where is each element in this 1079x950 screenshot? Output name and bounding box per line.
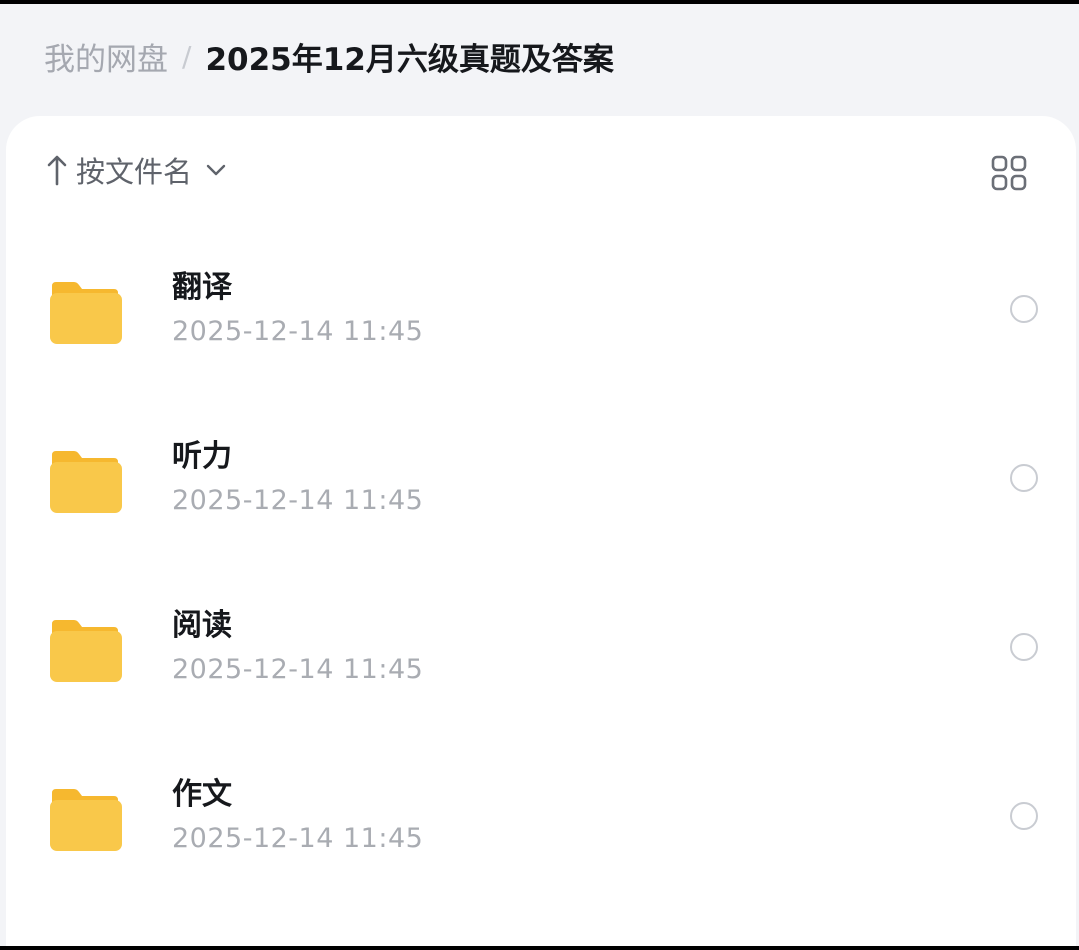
file-name: 作文: [172, 777, 232, 812]
folder-icon: [48, 618, 122, 684]
file-modified-time: 2025-12-14 11:45: [172, 485, 424, 516]
folder-icon: [48, 449, 122, 515]
file-browser-screen: 我的网盘 / 2025年12月六级真题及答案 按文件名 翻译 2025-12-1…: [0, 4, 1079, 946]
chevron-down-icon: [204, 158, 228, 182]
sort-button[interactable]: 按文件名: [46, 150, 228, 190]
file-modified-time: 2025-12-14 11:45: [172, 654, 424, 685]
breadcrumb: 我的网盘 / 2025年12月六级真题及答案: [44, 32, 614, 80]
arrow-up-icon: [46, 152, 68, 188]
breadcrumb-root-link[interactable]: 我的网盘: [44, 34, 168, 79]
file-name: 听力: [172, 439, 232, 474]
file-modified-time: 2025-12-14 11:45: [172, 823, 424, 854]
breadcrumb-current-folder: 2025年12月六级真题及答案: [205, 41, 614, 78]
folder-icon: [48, 280, 122, 346]
file-row[interactable]: 作文 2025-12-14 11:45: [6, 745, 1076, 895]
select-checkbox[interactable]: [1010, 802, 1038, 830]
breadcrumb-separator: /: [182, 39, 192, 73]
file-row[interactable]: 听力 2025-12-14 11:45: [6, 407, 1076, 557]
select-checkbox[interactable]: [1010, 295, 1038, 323]
folder-icon: [48, 787, 122, 853]
file-modified-time: 2025-12-14 11:45: [172, 316, 424, 347]
file-row[interactable]: 翻译 2025-12-14 11:45: [6, 238, 1076, 388]
select-checkbox[interactable]: [1010, 464, 1038, 492]
file-list-panel: 按文件名 翻译 2025-12-14 11:45 听力 2025-12-14 1…: [6, 116, 1076, 946]
file-name: 阅读: [172, 608, 232, 643]
grid-view-icon[interactable]: [990, 154, 1028, 192]
select-checkbox[interactable]: [1010, 633, 1038, 661]
file-row[interactable]: 阅读 2025-12-14 11:45: [6, 576, 1076, 726]
file-name: 翻译: [172, 270, 232, 305]
sort-label: 按文件名: [76, 155, 193, 189]
